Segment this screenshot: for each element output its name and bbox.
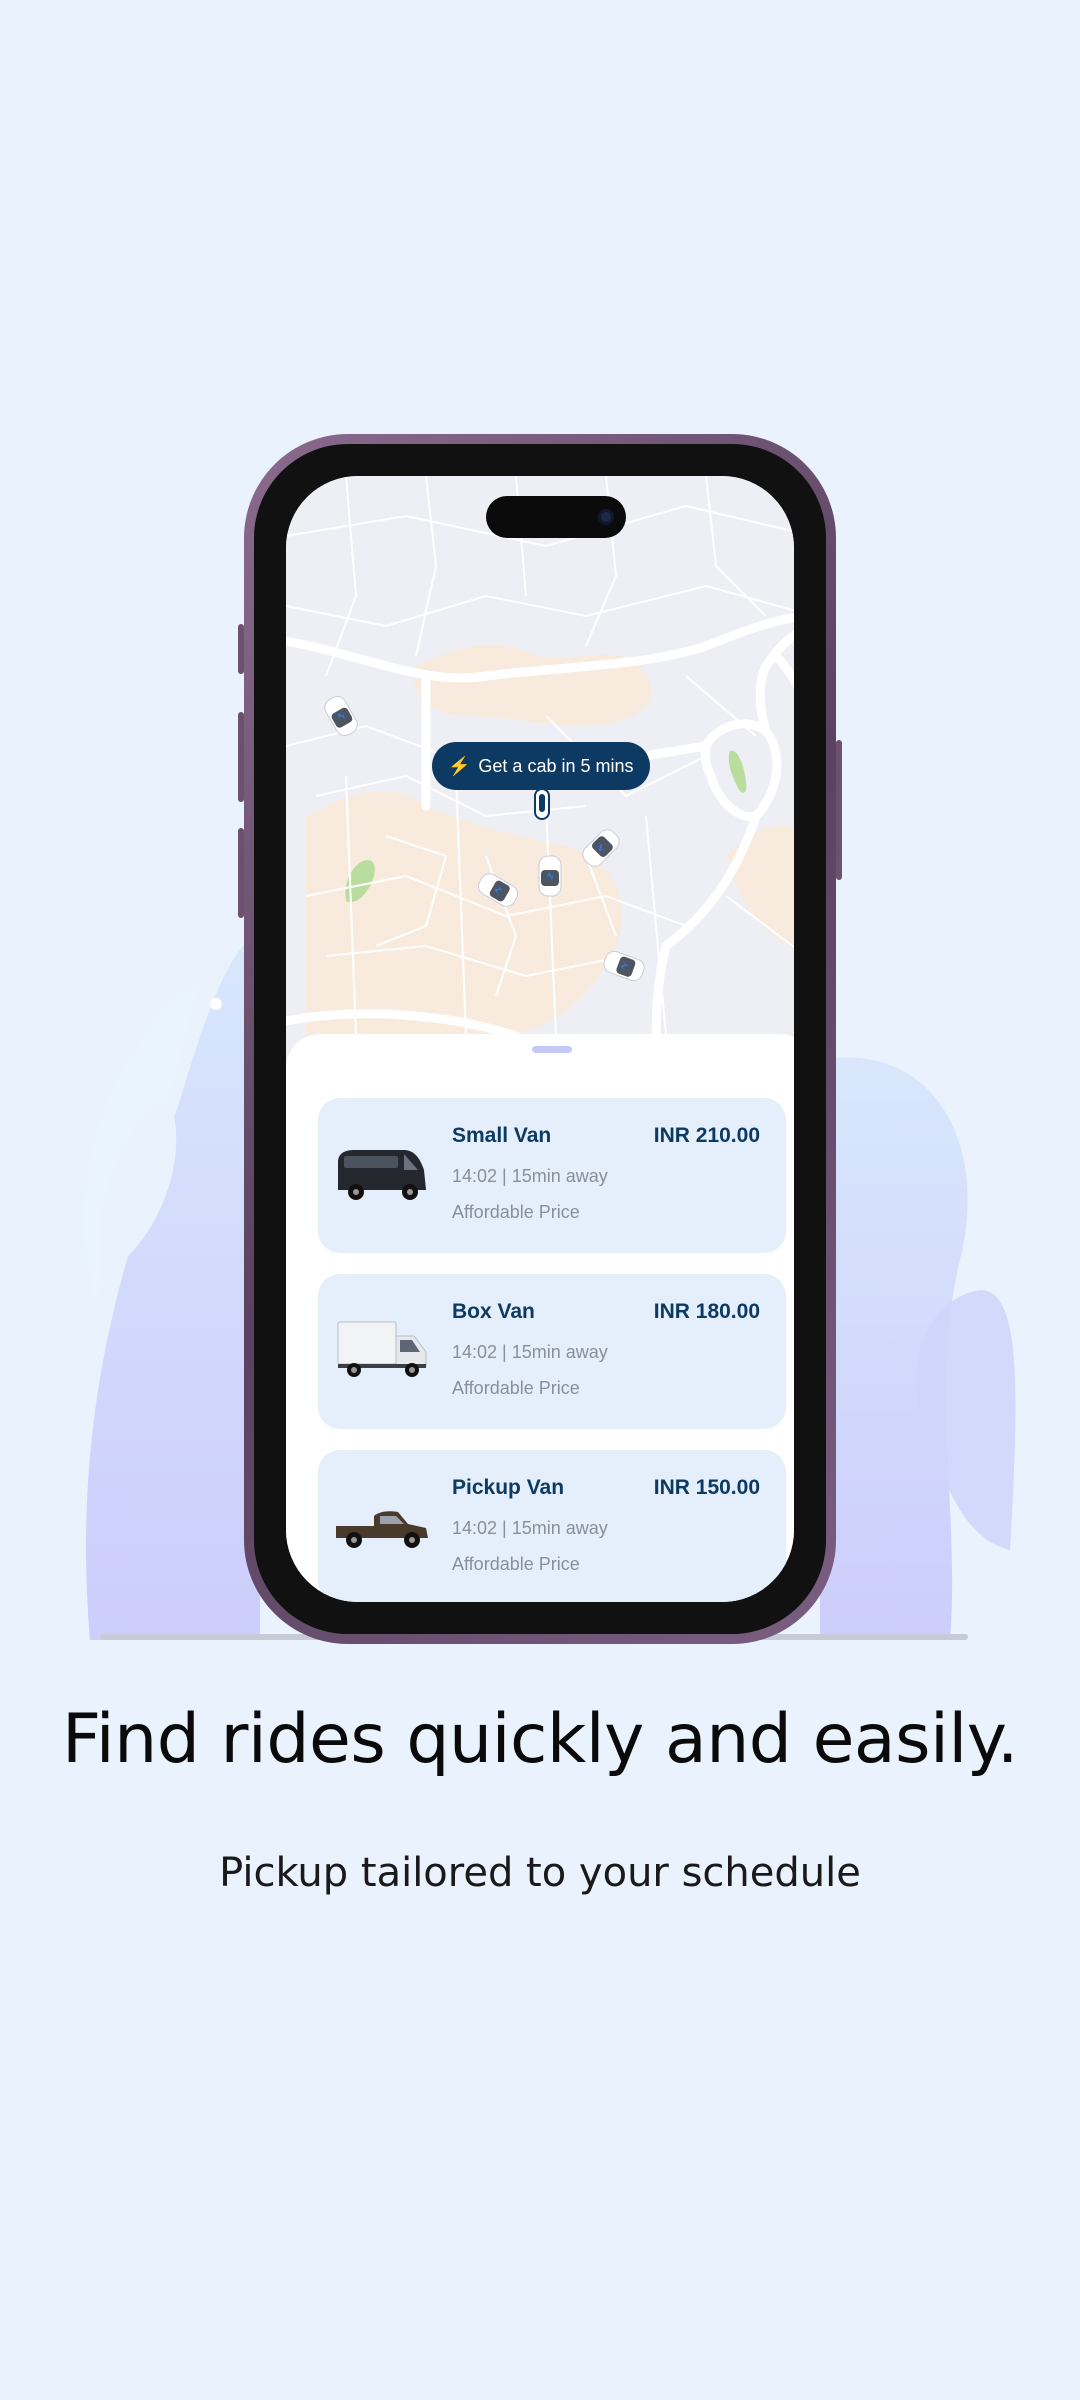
get-cab-label: Get a cab in 5 mins <box>478 755 634 776</box>
ride-option-card[interactable]: Box Van INR 180.00 14:02 | 15min away Af… <box>318 1274 786 1429</box>
location-pin-icon <box>534 788 550 820</box>
phone-volume-down-button <box>238 828 244 918</box>
ride-options-sheet: Small Van INR 210.00 14:02 | 15min away … <box>286 1034 794 1602</box>
ride-name: Box Van <box>452 1300 535 1323</box>
ride-price: INR 150.00 <box>653 1476 760 1499</box>
lightning-icon: ⚡ <box>448 755 471 776</box>
phone-mockup: ⚡ Get a cab in 5 mins Small Van INR 210.… <box>238 434 842 1644</box>
dynamic-island <box>486 496 626 538</box>
ride-tag: Affordable Price <box>452 1202 580 1222</box>
sheet-drag-handle[interactable] <box>532 1046 572 1053</box>
onboarding-subtitle: Pickup tailored to your schedule <box>219 1850 861 1896</box>
ride-tag: Affordable Price <box>452 1378 580 1398</box>
phone-side-button <box>238 624 244 674</box>
ride-name: Small Van <box>452 1124 552 1147</box>
ride-eta: 14:02 | 15min away <box>452 1518 608 1538</box>
get-cab-button[interactable]: ⚡ Get a cab in 5 mins <box>432 742 650 790</box>
phone-volume-up-button <box>238 712 244 802</box>
ride-option-card[interactable]: Small Van INR 210.00 14:02 | 15min away … <box>318 1098 786 1253</box>
ride-eta: 14:02 | 15min away <box>452 1342 608 1362</box>
box-van-image <box>337 1321 427 1377</box>
small-van-image <box>338 1150 426 1200</box>
onboarding-title: Find rides quickly and easily. <box>62 1700 1018 1779</box>
ride-price: INR 210.00 <box>653 1124 760 1147</box>
ride-option-card[interactable]: Pickup Van INR 150.00 14:02 | 15min away… <box>318 1450 786 1602</box>
camera-icon <box>598 509 614 525</box>
car-marker-4 <box>538 855 562 897</box>
phone-power-button <box>836 740 842 880</box>
phone-screen: ⚡ Get a cab in 5 mins Small Van INR 210.… <box>286 476 794 1602</box>
ride-tag: Affordable Price <box>452 1554 580 1574</box>
ride-price: INR 180.00 <box>653 1300 760 1323</box>
ride-eta: 14:02 | 15min away <box>452 1166 608 1186</box>
ride-name: Pickup Van <box>452 1476 565 1499</box>
pickup-van-image <box>336 1511 428 1548</box>
phone-bezel: ⚡ Get a cab in 5 mins Small Van INR 210.… <box>254 444 826 1634</box>
